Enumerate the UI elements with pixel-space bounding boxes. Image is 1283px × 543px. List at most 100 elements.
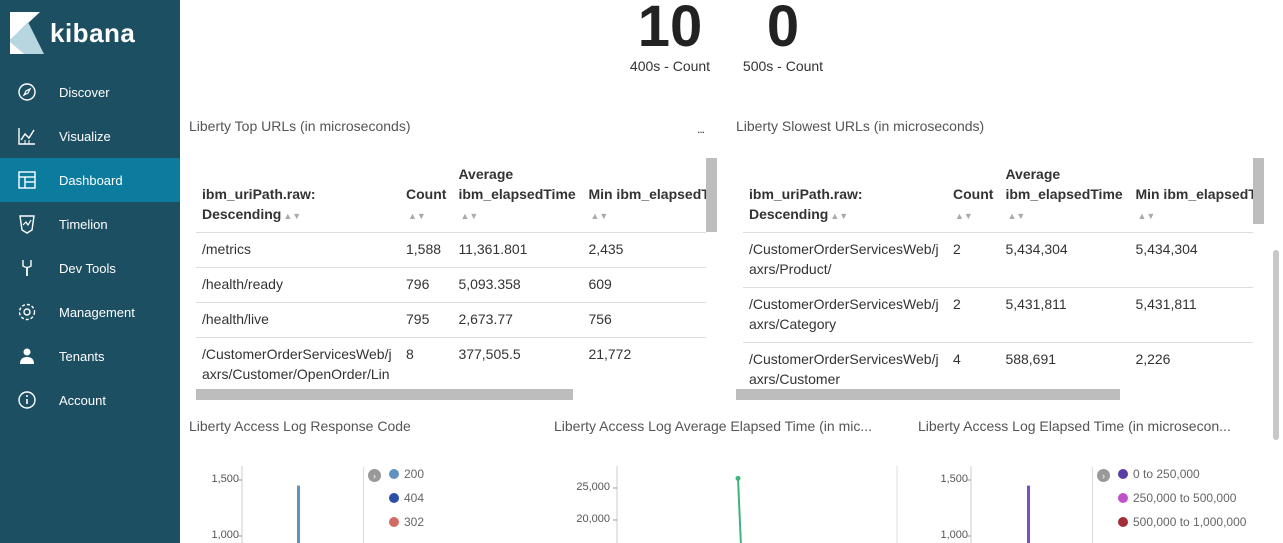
panel-title-slow-urls: Liberty Slowest URLs (in microseconds): [736, 118, 985, 134]
metric-label: 400s - Count: [629, 58, 711, 74]
table-cell: 5,434,304: [999, 232, 1130, 288]
metric-400s: 10 400s - Count: [620, 0, 720, 74]
column-header[interactable]: Count ▲▼: [947, 160, 1000, 233]
column-header[interactable]: Min ibm_elapsedTime▲▼: [1129, 160, 1253, 233]
metric-label: 500s - Count: [742, 58, 824, 74]
panel-title-avg-elapsed: Liberty Access Log Average Elapsed Time …: [554, 418, 873, 434]
metric-500s: 0 500s - Count: [733, 0, 833, 74]
legend-dot: [1118, 469, 1128, 479]
panel-options-icon[interactable]: ...: [697, 122, 705, 136]
series-line: [737, 478, 742, 543]
legend-toggle-icon[interactable]: ›: [368, 469, 381, 482]
nav-label: Dashboard: [59, 172, 123, 188]
column-header[interactable]: Min ibm_elapsedTime▲▼: [582, 160, 706, 233]
horizontal-scrollbar[interactable]: [196, 389, 573, 400]
table-cell: 21,772: [582, 337, 706, 388]
nav-tenants[interactable]: Tenants: [0, 334, 180, 378]
table-cell[interactable]: /health/ready: [196, 267, 400, 303]
timelion-icon: [17, 214, 37, 234]
legend-item[interactable]: 302: [389, 515, 424, 529]
panel-title-response-code: Liberty Access Log Response Code: [189, 418, 411, 434]
nav-account[interactable]: Account: [0, 378, 180, 422]
nav-visualize[interactable]: Visualize: [0, 114, 180, 158]
table-cell[interactable]: /CustomerOrderServicesWeb/jaxrs/Product/: [743, 232, 947, 288]
table-cell: 5,434,304: [1129, 232, 1253, 288]
page-scrollbar[interactable]: [1273, 250, 1279, 440]
table-cell: 796: [400, 267, 453, 303]
nav-timelion[interactable]: Timelion: [0, 202, 180, 246]
table-cell: 5,431,811: [1129, 287, 1253, 343]
metric-value: 0: [766, 0, 800, 59]
legend-dot: [1118, 517, 1128, 527]
table-cell: 756: [582, 302, 706, 338]
info-icon: [17, 390, 37, 410]
panel-title-top-urls: Liberty Top URLs (in microseconds): [189, 118, 411, 134]
dashboard-icon: [17, 170, 37, 190]
table-cell: 795: [400, 302, 453, 338]
table-cell: 609: [582, 267, 706, 303]
legend-item[interactable]: 0 to 250,000: [1118, 467, 1200, 481]
table-cell: 588,691: [999, 342, 1130, 388]
table-cell[interactable]: /health/live: [196, 302, 400, 338]
app-name: kibana: [50, 17, 136, 48]
legend-item[interactable]: 500,000 to 1,000,000: [1118, 515, 1246, 529]
y-tick-label: 1,500: [211, 473, 239, 485]
table-cell: 377,505.5: [452, 337, 583, 388]
column-header[interactable]: Average ibm_elapsedTime ▲▼: [999, 160, 1130, 233]
vertical-scrollbar[interactable]: [1253, 158, 1264, 224]
y-tick-label: 20,000: [576, 513, 610, 525]
y-tick-label: 1,500: [940, 473, 968, 485]
nav-dashboard[interactable]: Dashboard: [0, 158, 180, 202]
table-row: /CustomerOrderServicesWeb/jaxrs/Customer…: [743, 342, 1253, 388]
table-row: /health/live 795 2,673.77 756: [196, 302, 706, 338]
nav-label: Account: [59, 392, 106, 408]
column-header[interactable]: ibm_uriPath.raw: Descending ▲▼: [196, 160, 400, 233]
table-cell[interactable]: /CustomerOrderServicesWeb/jaxrs/Customer: [743, 342, 947, 388]
column-header[interactable]: Average ibm_elapsedTime ▲▼: [452, 160, 583, 233]
table-row: /CustomerOrderServicesWeb/jaxrs/Product/…: [743, 232, 1253, 288]
table-row: /health/ready 796 5,093.358 609: [196, 267, 706, 303]
table-cell: 2,226: [1129, 342, 1253, 388]
column-header[interactable]: ibm_uriPath.raw: Descending ▲▼: [743, 160, 947, 233]
table-cell: 11,361.801: [452, 232, 583, 268]
nav-label: Discover: [59, 84, 110, 100]
legend-toggle-icon[interactable]: ›: [1097, 469, 1110, 482]
table-row: /metrics 1,588 11,361.801 2,435: [196, 232, 706, 268]
panel-title-elapsed: Liberty Access Log Elapsed Time (in micr…: [918, 418, 1231, 434]
legend-dot: [389, 469, 399, 479]
nav-discover[interactable]: Discover: [0, 70, 180, 114]
nav-management[interactable]: Management: [0, 290, 180, 334]
dashboard-main: 10 400s - Count 0 500s - Count Liberty T…: [180, 0, 1283, 543]
kibana-logo[interactable]: kibana: [10, 12, 135, 54]
table-cell: 2: [947, 232, 1000, 288]
horizontal-scrollbar[interactable]: [736, 389, 1120, 400]
nav-dev-tools[interactable]: Dev Tools: [0, 246, 180, 290]
legend-item[interactable]: 200: [389, 467, 424, 481]
table-cell: 2,673.77: [452, 302, 583, 338]
legend-item[interactable]: 250,000 to 500,000: [1118, 491, 1236, 505]
vertical-scrollbar[interactable]: [706, 158, 717, 232]
table-cell[interactable]: /CustomerOrderServicesWeb/jaxrs/Customer…: [196, 337, 400, 388]
wrench-icon: [17, 258, 37, 278]
table-cell: 5,431,811: [999, 287, 1130, 343]
nav-label: Management: [59, 304, 135, 320]
user-icon: [17, 346, 37, 366]
table-cell: 8: [400, 337, 453, 388]
legend-item[interactable]: 404: [389, 491, 424, 505]
table-row: /CustomerOrderServicesWeb/jaxrs/Customer…: [196, 337, 706, 388]
column-header[interactable]: Count ▲▼: [400, 160, 453, 233]
table-row: /CustomerOrderServicesWeb/jaxrs/Category…: [743, 287, 1253, 343]
chart-icon: [17, 126, 37, 146]
top-urls-table: ibm_uriPath.raw: Descending ▲▼ Count ▲▼ Av…: [196, 160, 706, 388]
table-cell: 5,093.358: [452, 267, 583, 303]
metric-value: 10: [637, 0, 703, 59]
table-cell[interactable]: /CustomerOrderServicesWeb/jaxrs/Category: [743, 287, 947, 343]
table-cell[interactable]: /metrics: [196, 232, 400, 268]
nav-label: Timelion: [59, 216, 108, 232]
data-point: [735, 475, 741, 481]
nav-label: Tenants: [59, 348, 105, 364]
bar-0-250000: [1027, 485, 1030, 543]
table-cell: 4: [947, 342, 1000, 388]
y-tick-label: 1,000: [211, 529, 239, 541]
table-cell: 1,588: [400, 232, 453, 268]
